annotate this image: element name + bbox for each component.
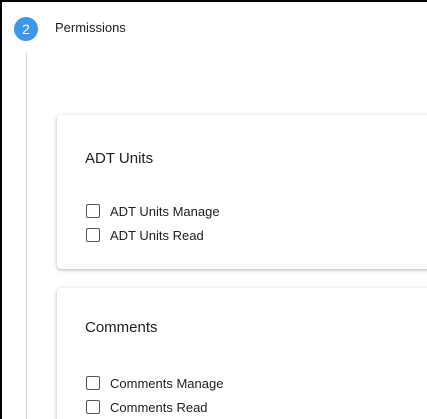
permission-list: ADT Units Manage ADT Units Read xyxy=(86,199,220,247)
permission-label: Comments Manage xyxy=(110,375,224,391)
step-number-badge: 2 xyxy=(14,17,38,41)
permissions-step-panel: 2 Permissions ADT Units ADT Units Manage… xyxy=(0,0,427,419)
permission-item-comments-read[interactable]: Comments Read xyxy=(86,395,223,419)
permission-label: ADT Units Manage xyxy=(110,203,220,219)
checkbox-adt-units-read[interactable] xyxy=(86,228,100,242)
permission-item-comments-manage[interactable]: Comments Manage xyxy=(86,371,223,395)
checkbox-comments-read[interactable] xyxy=(86,400,100,414)
permission-group-card-adt-units: ADT Units ADT Units Manage ADT Units Rea… xyxy=(57,115,427,269)
step-connector-line xyxy=(26,52,27,419)
permission-label: Comments Read xyxy=(110,399,208,415)
permission-item-adt-units-read[interactable]: ADT Units Read xyxy=(86,223,220,247)
checkbox-comments-manage[interactable] xyxy=(86,376,100,390)
step-title: Permissions xyxy=(55,20,126,35)
permission-group-title: Comments xyxy=(85,319,158,336)
permission-list: Comments Manage Comments Read xyxy=(86,371,223,419)
permission-group-title: ADT Units xyxy=(85,150,154,167)
checkbox-adt-units-manage[interactable] xyxy=(86,204,100,218)
permission-item-adt-units-manage[interactable]: ADT Units Manage xyxy=(86,199,220,223)
permission-group-card-comments: Comments Comments Manage Comments Read xyxy=(57,288,427,419)
permission-label: ADT Units Read xyxy=(110,227,204,243)
